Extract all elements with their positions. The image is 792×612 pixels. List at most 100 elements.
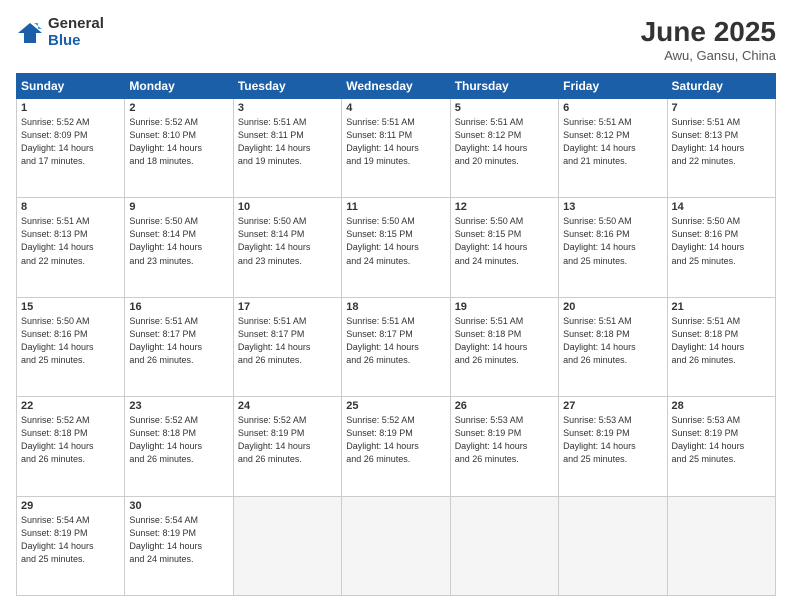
day-info: Sunrise: 5:51 AM Sunset: 8:18 PM Dayligh… xyxy=(563,315,662,367)
day-info: Sunrise: 5:54 AM Sunset: 8:19 PM Dayligh… xyxy=(21,514,120,566)
calendar-header-saturday: Saturday xyxy=(667,74,775,99)
calendar-cell-12: 12 Sunrise: 5:50 AM Sunset: 8:15 PM Dayli… xyxy=(450,198,558,297)
day-number: 6 xyxy=(563,102,662,114)
calendar-cell-18: 18 Sunrise: 5:51 AM Sunset: 8:17 PM Dayli… xyxy=(342,297,450,396)
calendar-header-wednesday: Wednesday xyxy=(342,74,450,99)
calendar-cell-8: 8 Sunrise: 5:51 AM Sunset: 8:13 PM Daylig… xyxy=(17,198,125,297)
day-number: 2 xyxy=(129,102,228,114)
day-number: 3 xyxy=(238,102,337,114)
day-info: Sunrise: 5:50 AM Sunset: 8:14 PM Dayligh… xyxy=(129,215,228,267)
day-info: Sunrise: 5:53 AM Sunset: 8:19 PM Dayligh… xyxy=(455,414,554,466)
calendar-cell-17: 17Sunrise: 5:51 AM Sunset: 8:17 PM Dayli… xyxy=(233,297,341,396)
day-info: Sunrise: 5:51 AM Sunset: 8:13 PM Dayligh… xyxy=(672,116,771,168)
calendar-cell-21: 21 Sunrise: 5:51 AM Sunset: 8:18 PM Dayli… xyxy=(667,297,775,396)
day-info: Sunrise: 5:51 AM Sunset: 8:17 PM Dayligh… xyxy=(129,315,228,367)
logo: General Blue xyxy=(16,16,104,49)
month-year: June 2025 xyxy=(641,16,776,48)
day-info: Sunrise: 5:52 AM Sunset: 8:09 PM Dayligh… xyxy=(21,116,120,168)
calendar-cell-28: 28Sunrise: 5:53 AM Sunset: 8:19 PM Dayli… xyxy=(667,397,775,496)
day-info: Sunrise: 5:51 AM Sunset: 8:18 PM Dayligh… xyxy=(672,315,771,367)
location: Awu, Gansu, China xyxy=(641,48,776,63)
calendar-week-1: 1 Sunrise: 5:52 AM Sunset: 8:09 PM Daylig… xyxy=(17,99,776,198)
day-number: 27 xyxy=(563,400,662,412)
calendar-cell-2: 2 Sunrise: 5:52 AM Sunset: 8:10 PM Daylig… xyxy=(125,99,233,198)
calendar-cell-1: 1 Sunrise: 5:52 AM Sunset: 8:09 PM Daylig… xyxy=(17,99,125,198)
day-info: Sunrise: 5:50 AM Sunset: 8:16 PM Dayligh… xyxy=(21,315,120,367)
day-number: 7 xyxy=(672,102,771,114)
day-number: 25 xyxy=(346,400,445,412)
calendar-cell-5: 5 Sunrise: 5:51 AM Sunset: 8:12 PM Daylig… xyxy=(450,99,558,198)
day-info: Sunrise: 5:52 AM Sunset: 8:19 PM Dayligh… xyxy=(238,414,337,466)
day-info: Sunrise: 5:51 AM Sunset: 8:17 PM Dayligh… xyxy=(346,315,445,367)
calendar-header-sunday: Sunday xyxy=(17,74,125,99)
calendar-header-friday: Friday xyxy=(559,74,667,99)
title-section: June 2025 Awu, Gansu, China xyxy=(641,16,776,63)
calendar-cell-7: 7 Sunrise: 5:51 AM Sunset: 8:13 PM Daylig… xyxy=(667,99,775,198)
day-number: 9 xyxy=(129,201,228,213)
day-number: 26 xyxy=(455,400,554,412)
day-info: Sunrise: 5:51 AM Sunset: 8:12 PM Dayligh… xyxy=(455,116,554,168)
day-info: Sunrise: 5:52 AM Sunset: 8:10 PM Dayligh… xyxy=(129,116,228,168)
day-info: Sunrise: 5:54 AM Sunset: 8:19 PM Dayligh… xyxy=(129,514,228,566)
day-number: 20 xyxy=(563,301,662,313)
day-number: 12 xyxy=(455,201,554,213)
calendar-cell-15: 15 Sunrise: 5:50 AM Sunset: 8:16 PM Dayli… xyxy=(17,297,125,396)
logo-blue: Blue xyxy=(48,33,104,50)
calendar-cell-26: 26 Sunrise: 5:53 AM Sunset: 8:19 PM Dayli… xyxy=(450,397,558,496)
calendar-cell-9: 9 Sunrise: 5:50 AM Sunset: 8:14 PM Daylig… xyxy=(125,198,233,297)
day-info: Sunrise: 5:52 AM Sunset: 8:19 PM Dayligh… xyxy=(346,414,445,466)
day-number: 21 xyxy=(672,301,771,313)
page: General Blue June 2025 Awu, Gansu, China… xyxy=(0,0,792,612)
day-info: Sunrise: 5:51 AM Sunset: 8:17 PM Dayligh… xyxy=(238,315,337,367)
day-info: Sunrise: 5:50 AM Sunset: 8:14 PM Dayligh… xyxy=(238,215,337,267)
day-info: Sunrise: 5:50 AM Sunset: 8:16 PM Dayligh… xyxy=(563,215,662,267)
day-number: 22 xyxy=(21,400,120,412)
calendar-cell-6: 6 Sunrise: 5:51 AM Sunset: 8:12 PM Daylig… xyxy=(559,99,667,198)
calendar-cell-31 xyxy=(233,496,341,595)
calendar-cell-19: 19 Sunrise: 5:51 AM Sunset: 8:18 PM Dayli… xyxy=(450,297,558,396)
calendar-cell-23: 23 Sunrise: 5:52 AM Sunset: 8:18 PM Dayli… xyxy=(125,397,233,496)
day-number: 13 xyxy=(563,201,662,213)
day-number: 29 xyxy=(21,500,120,512)
day-info: Sunrise: 5:51 AM Sunset: 8:13 PM Dayligh… xyxy=(21,215,120,267)
day-info: Sunrise: 5:51 AM Sunset: 8:11 PM Dayligh… xyxy=(346,116,445,168)
calendar-cell-13: 13 Sunrise: 5:50 AM Sunset: 8:16 PM Dayli… xyxy=(559,198,667,297)
header: General Blue June 2025 Awu, Gansu, China xyxy=(16,16,776,63)
calendar-cell-29: 29 Sunrise: 5:54 AM Sunset: 8:19 PM Dayli… xyxy=(17,496,125,595)
day-number: 10 xyxy=(238,201,337,213)
calendar-cell-25: 25 Sunrise: 5:52 AM Sunset: 8:19 PM Dayli… xyxy=(342,397,450,496)
day-info: Sunrise: 5:52 AM Sunset: 8:18 PM Dayligh… xyxy=(21,414,120,466)
calendar-week-5: 29 Sunrise: 5:54 AM Sunset: 8:19 PM Dayli… xyxy=(17,496,776,595)
calendar-header-monday: Monday xyxy=(125,74,233,99)
day-number: 11 xyxy=(346,201,445,213)
day-number: 1 xyxy=(21,102,120,114)
calendar-table: SundayMondayTuesdayWednesdayThursdayFrid… xyxy=(16,73,776,596)
calendar-cell-10: 10 Sunrise: 5:50 AM Sunset: 8:14 PM Dayli… xyxy=(233,198,341,297)
calendar-cell-35 xyxy=(667,496,775,595)
day-info: Sunrise: 5:51 AM Sunset: 8:18 PM Dayligh… xyxy=(455,315,554,367)
calendar-header-thursday: Thursday xyxy=(450,74,558,99)
day-number: 23 xyxy=(129,400,228,412)
calendar-cell-11: 11 Sunrise: 5:50 AM Sunset: 8:15 PM Dayli… xyxy=(342,198,450,297)
calendar-week-2: 8 Sunrise: 5:51 AM Sunset: 8:13 PM Daylig… xyxy=(17,198,776,297)
logo-icon xyxy=(16,19,44,47)
day-info: Sunrise: 5:52 AM Sunset: 8:18 PM Dayligh… xyxy=(129,414,228,466)
day-number: 30 xyxy=(129,500,228,512)
day-number: 8 xyxy=(21,201,120,213)
day-number: 18 xyxy=(346,301,445,313)
day-info: Sunrise: 5:50 AM Sunset: 8:15 PM Dayligh… xyxy=(346,215,445,267)
day-info: Sunrise: 5:51 AM Sunset: 8:11 PM Dayligh… xyxy=(238,116,337,168)
day-info: Sunrise: 5:51 AM Sunset: 8:12 PM Dayligh… xyxy=(563,116,662,168)
calendar-week-4: 22 Sunrise: 5:52 AM Sunset: 8:18 PM Dayli… xyxy=(17,397,776,496)
day-number: 15 xyxy=(21,301,120,313)
day-number: 19 xyxy=(455,301,554,313)
day-number: 5 xyxy=(455,102,554,114)
logo-general: General xyxy=(48,16,104,33)
day-number: 14 xyxy=(672,201,771,213)
day-info: Sunrise: 5:50 AM Sunset: 8:15 PM Dayligh… xyxy=(455,215,554,267)
day-number: 4 xyxy=(346,102,445,114)
day-info: Sunrise: 5:53 AM Sunset: 8:19 PM Dayligh… xyxy=(563,414,662,466)
calendar-cell-32 xyxy=(342,496,450,595)
day-number: 16 xyxy=(129,301,228,313)
calendar-cell-16: 16 Sunrise: 5:51 AM Sunset: 8:17 PM Dayli… xyxy=(125,297,233,396)
